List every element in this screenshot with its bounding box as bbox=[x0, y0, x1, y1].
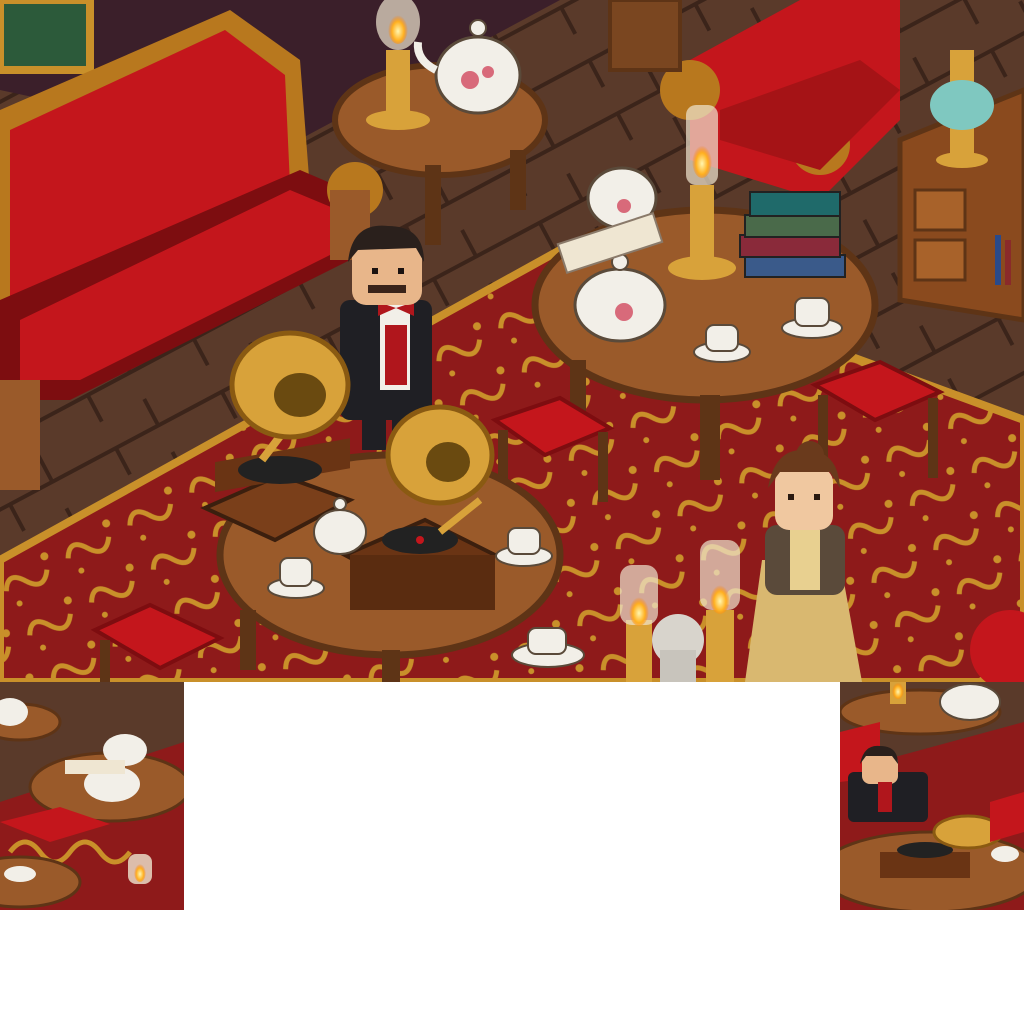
oil-lamp-front-right[interactable] bbox=[700, 540, 740, 682]
book-stack[interactable] bbox=[739, 191, 846, 278]
empty-panel bbox=[184, 682, 840, 910]
game-scene bbox=[0, 0, 1024, 682]
cabinet-top[interactable] bbox=[608, 0, 682, 72]
bottom-blank-area bbox=[0, 910, 1024, 1024]
thumbnail-left[interactable] bbox=[0, 682, 184, 910]
wall-painting bbox=[0, 0, 94, 74]
thumbnail-right[interactable] bbox=[840, 682, 1024, 910]
